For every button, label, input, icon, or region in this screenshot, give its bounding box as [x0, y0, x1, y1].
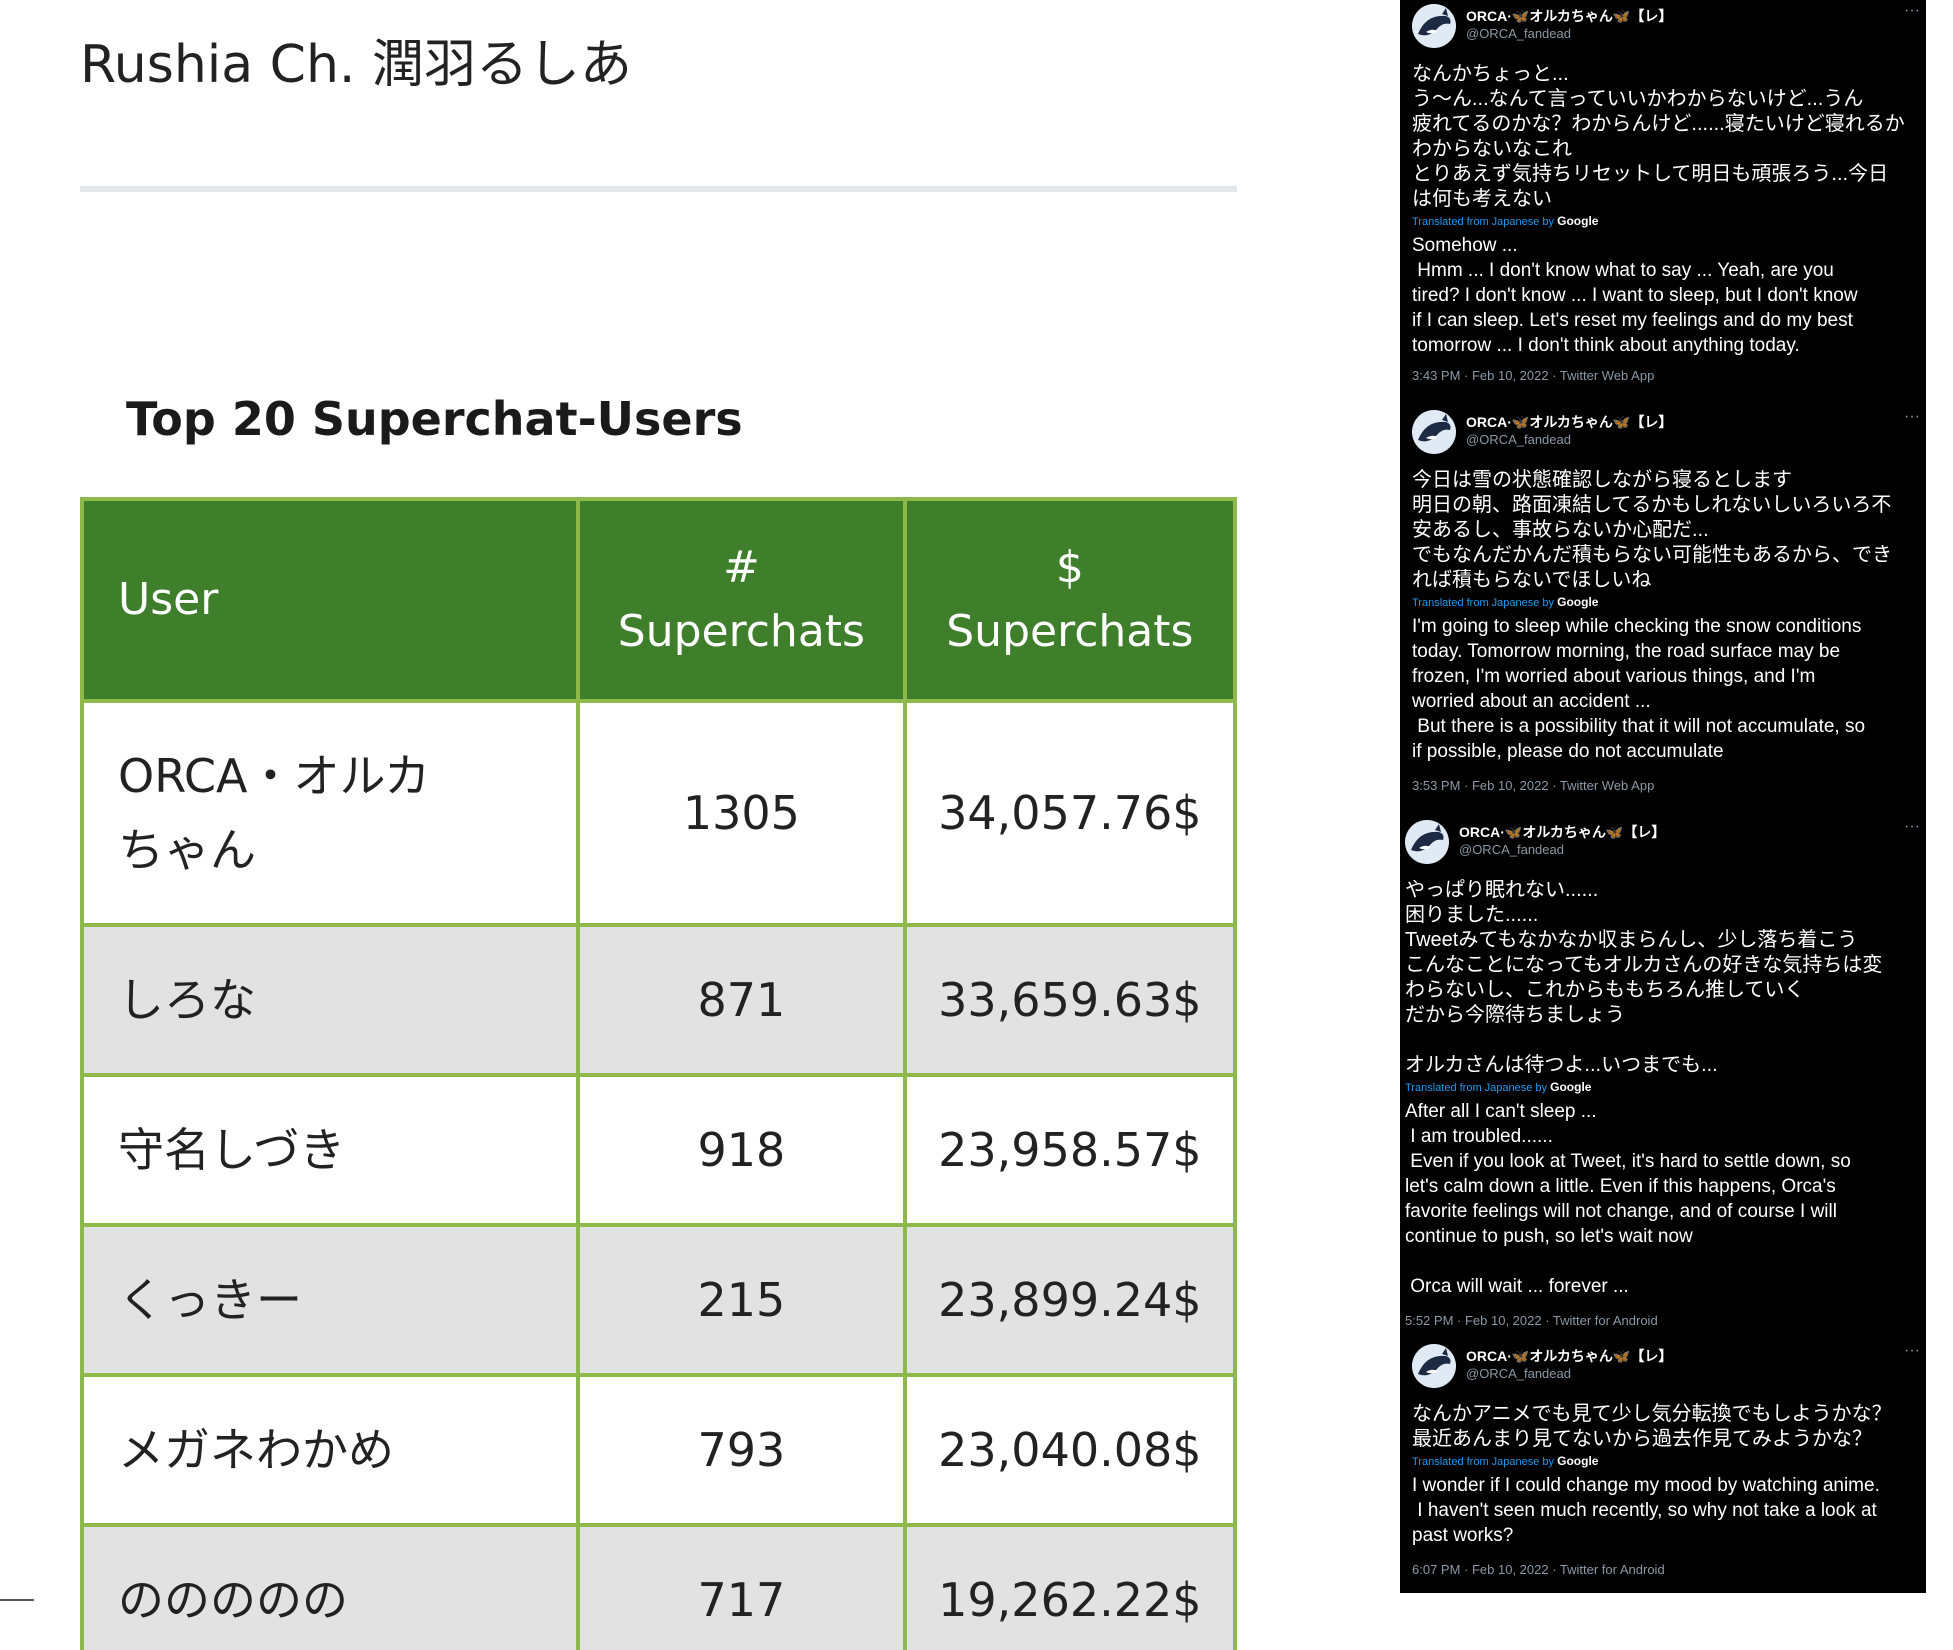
orca-avatar-icon[interactable]: [1412, 410, 1456, 454]
translation-attribution[interactable]: Translated from Japanese by Google: [1412, 213, 1926, 230]
cell-user: ORCA・オルカちゃん: [80, 699, 581, 927]
translator-name: Google: [1550, 1080, 1592, 1094]
tweet-header: ORCA·🦋オルカちゃん🦋【レ】 @ORCA_fandead ···: [1400, 818, 1926, 878]
cell-amount: 34,057.76$: [902, 699, 1237, 927]
tweet: ORCA·🦋オルカちゃん🦋【レ】 @ORCA_fandead ··· 今日は雪の…: [1400, 408, 1926, 793]
cell-user: ののののの: [80, 1523, 581, 1650]
translation-label[interactable]: Translated from Japanese by: [1405, 1082, 1547, 1094]
more-options-icon[interactable]: ···: [1904, 1342, 1920, 1360]
cell-amount: 33,659.63$: [902, 923, 1237, 1077]
tweet-header: ORCA·🦋オルカちゃん🦋【レ】 @ORCA_fandead ···: [1400, 1342, 1926, 1402]
cell-count: 793: [576, 1373, 907, 1527]
table-row: 守名しづき 918 23,958.57$: [80, 1073, 1237, 1227]
table-row: ORCA・オルカちゃん 1305 34,057.76$: [80, 699, 1237, 927]
tweet-text-translated: Somehow ... Hmm ... I don't know what to…: [1412, 235, 1858, 356]
translation-label[interactable]: Translated from Japanese by: [1412, 216, 1554, 228]
cell-count: 871: [576, 923, 907, 1077]
tweet-text-translated: I'm going to sleep while checking the sn…: [1412, 616, 1866, 762]
edge-rule: [0, 1599, 34, 1601]
tweet: ORCA·🦋オルカちゃん🦋【レ】 @ORCA_fandead ··· なんかちょ…: [1400, 2, 1926, 383]
cell-count: 717: [576, 1523, 907, 1650]
translator-name: Google: [1557, 1454, 1599, 1468]
tweet-author-handle[interactable]: @ORCA_fandead: [1466, 26, 1571, 41]
section-heading: Top 20 Superchat-Users: [126, 392, 743, 446]
cell-count: 918: [576, 1073, 907, 1227]
tweet-text-translated: I wonder if I could change my mood by wa…: [1412, 1475, 1880, 1546]
tweet-header: ORCA·🦋オルカちゃん🦋【レ】 @ORCA_fandead ···: [1400, 2, 1926, 62]
translation-attribution[interactable]: Translated from Japanese by Google: [1412, 594, 1926, 611]
translation-label[interactable]: Translated from Japanese by: [1412, 597, 1554, 609]
page-title: Rushia Ch. 潤羽るしあ: [80, 35, 632, 95]
cell-amount: 23,899.24$: [902, 1223, 1237, 1377]
superchat-table-container: User # Superchats $ Superchats ORCA・オルカち…: [80, 497, 1237, 1650]
tweet-timestamp[interactable]: 6:07 PM · Feb 10, 2022 · Twitter for And…: [1412, 1562, 1926, 1577]
column-header-label: # Superchats: [617, 542, 865, 657]
table-row: メガネわかめ 793 23,040.08$: [80, 1373, 1237, 1527]
column-header-user: User: [80, 497, 581, 703]
cell-count: 1305: [576, 699, 907, 927]
superchat-table: User # Superchats $ Superchats ORCA・オルカち…: [80, 497, 1237, 1650]
cell-user: くっきー: [80, 1223, 581, 1377]
tweet-author-handle[interactable]: @ORCA_fandead: [1459, 842, 1564, 857]
table-row: くっきー 215 23,899.24$: [80, 1223, 1237, 1377]
table-header-row: User # Superchats $ Superchats: [80, 497, 1237, 703]
column-header-count: # Superchats: [576, 497, 907, 703]
more-options-icon[interactable]: ···: [1904, 818, 1920, 836]
translator-name: Google: [1557, 595, 1599, 609]
column-header-label: $ Superchats: [946, 542, 1194, 657]
tweet-header: ORCA·🦋オルカちゃん🦋【レ】 @ORCA_fandead ···: [1400, 408, 1926, 468]
tweet-text-original: やっぱり眠れない...... 困りました...... Tweetみてもなかなか収…: [1405, 879, 1883, 1076]
column-header-label: User: [118, 574, 219, 625]
tweet: ORCA·🦋オルカちゃん🦋【レ】 @ORCA_fandead ··· なんかアニ…: [1400, 1342, 1926, 1577]
tweet-author-handle[interactable]: @ORCA_fandead: [1466, 1366, 1571, 1381]
orca-avatar-icon[interactable]: [1405, 820, 1449, 864]
tweet-timestamp[interactable]: 3:43 PM · Feb 10, 2022 · Twitter Web App: [1412, 368, 1926, 383]
tweet-text-original: なんかちょっと... う〜ん...なんて言っていいかわからないけど...うん 疲…: [1412, 63, 1905, 210]
table-row: ののののの 717 19,262.22$: [80, 1523, 1237, 1650]
translation-attribution[interactable]: Translated from Japanese by Google: [1405, 1079, 1926, 1096]
table-row: しろな 871 33,659.63$: [80, 923, 1237, 1077]
tweet-timestamp[interactable]: 5:52 PM · Feb 10, 2022 · Twitter for And…: [1405, 1313, 1926, 1328]
translation-attribution[interactable]: Translated from Japanese by Google: [1412, 1453, 1926, 1470]
cell-user: メガネわかめ: [80, 1373, 581, 1527]
title-divider: [80, 186, 1237, 192]
orca-avatar-icon[interactable]: [1412, 4, 1456, 48]
cell-user: しろな: [80, 923, 581, 1077]
cell-user: 守名しづき: [80, 1073, 581, 1227]
cell-count: 215: [576, 1223, 907, 1377]
tweet-timestamp[interactable]: 3:53 PM · Feb 10, 2022 · Twitter Web App: [1412, 778, 1926, 793]
orca-avatar-icon[interactable]: [1412, 1344, 1456, 1388]
cell-amount: 23,958.57$: [902, 1073, 1237, 1227]
translation-label[interactable]: Translated from Japanese by: [1412, 1456, 1554, 1468]
more-options-icon[interactable]: ···: [1904, 2, 1920, 20]
cell-text: ORCA・オルカちゃん: [118, 749, 431, 877]
more-options-icon[interactable]: ···: [1904, 408, 1920, 426]
tweet-author-handle[interactable]: @ORCA_fandead: [1466, 432, 1571, 447]
tweet-author-name[interactable]: ORCA·🦋オルカちゃん🦋【レ】: [1466, 412, 1672, 432]
column-header-amount: $ Superchats: [902, 497, 1237, 703]
cell-amount: 23,040.08$: [902, 1373, 1237, 1527]
tweet-author-name[interactable]: ORCA·🦋オルカちゃん🦋【レ】: [1459, 822, 1665, 842]
translator-name: Google: [1557, 214, 1599, 228]
tweet-screenshot-panel: ORCA·🦋オルカちゃん🦋【レ】 @ORCA_fandead ··· なんかちょ…: [1400, 0, 1926, 1593]
cell-amount: 19,262.22$: [902, 1523, 1237, 1650]
tweet-author-name[interactable]: ORCA·🦋オルカちゃん🦋【レ】: [1466, 6, 1672, 26]
tweet-text-original: なんかアニメでも見て少し気分転換でもしようかな？ 最近あんまり見てないから過去作…: [1412, 1403, 1892, 1450]
tweet-text-translated: After all I can't sleep ... I am trouble…: [1405, 1101, 1851, 1297]
tweet-author-name[interactable]: ORCA·🦋オルカちゃん🦋【レ】: [1466, 1346, 1672, 1366]
tweet-text-original: 今日は雪の状態確認しながら寝るとします 明日の朝、路面凍結してるかもしれないしい…: [1412, 469, 1892, 591]
tweet: ORCA·🦋オルカちゃん🦋【レ】 @ORCA_fandead ··· やっぱり眠…: [1400, 818, 1926, 1328]
